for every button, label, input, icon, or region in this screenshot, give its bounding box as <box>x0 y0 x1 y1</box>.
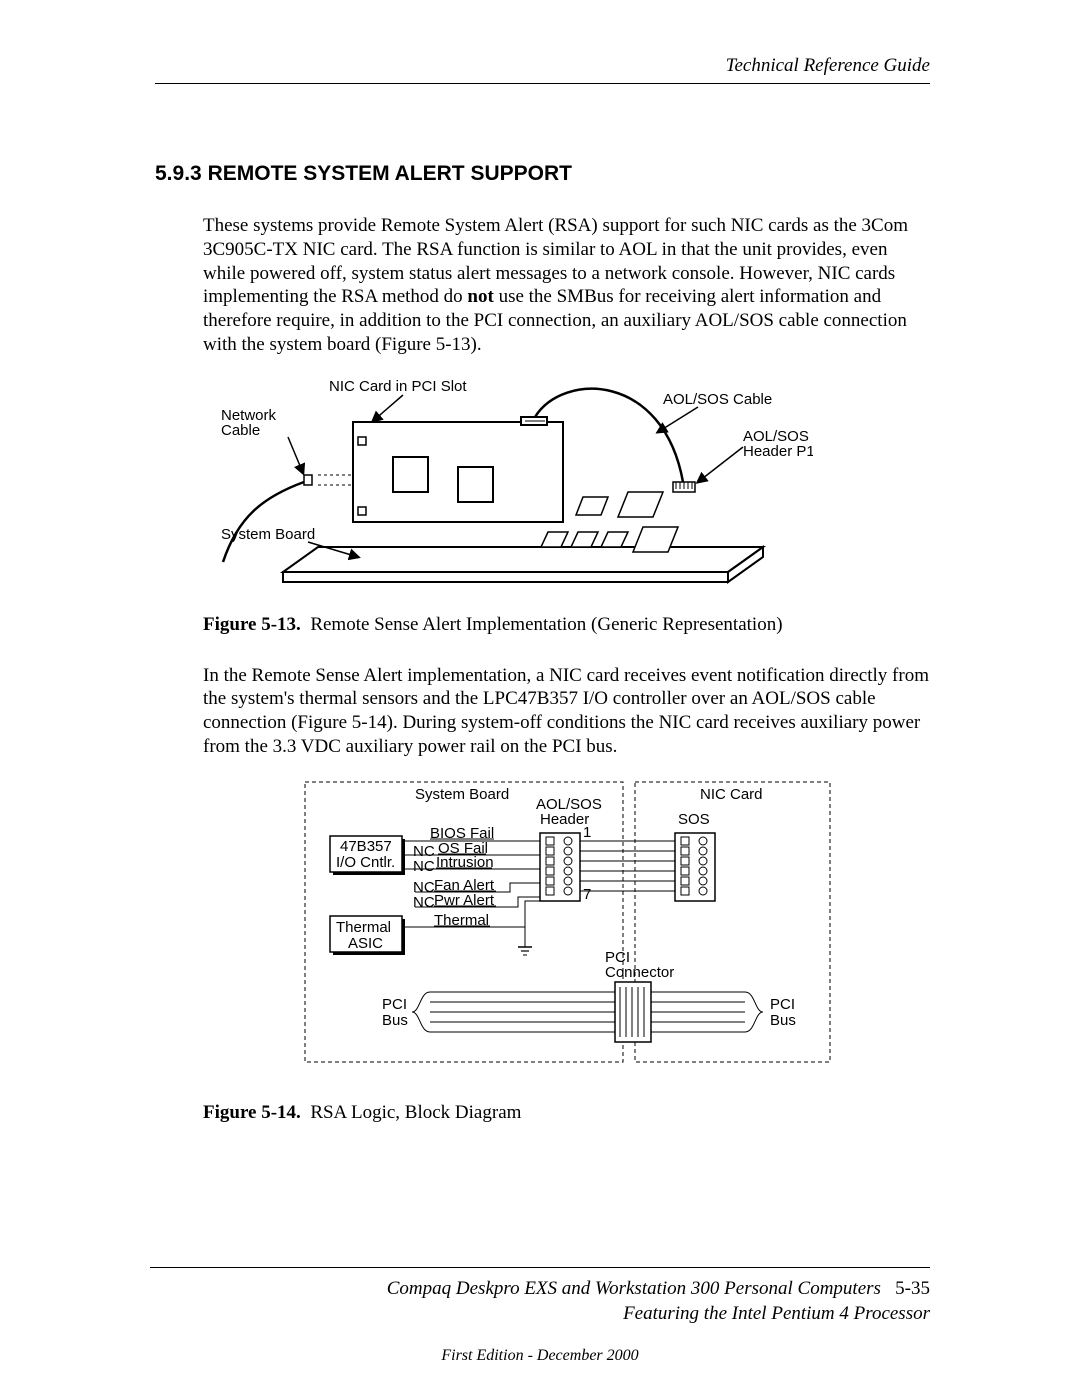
footer-line2: Featuring the Intel Pentium 4 Processor <box>623 1303 930 1324</box>
fig13-text: Remote Sense Alert Implementation (Gener… <box>310 614 782 635</box>
figure-5-14-caption: Figure 5-14. RSA Logic, Block Diagram <box>203 1102 930 1124</box>
label-aol-header-2: Header P12 <box>743 443 813 460</box>
label-aolheader-2: Header <box>540 811 589 828</box>
section-title: REMOTE SYSTEM ALERT SUPPORT <box>208 162 572 185</box>
paragraph-2: In the Remote Sense Alert implementation… <box>203 664 930 759</box>
label-thermal-2: ASIC <box>348 935 383 952</box>
label-aol-cable: AOL/SOS Cable <box>663 391 772 408</box>
label-niccard: NIC Card <box>700 786 763 803</box>
footer-line1a: Compaq Deskpro EXS and Workstation 300 P… <box>387 1278 881 1299</box>
label-pci-l-2: Bus <box>382 1012 408 1029</box>
nc2: NC <box>413 858 435 875</box>
page-footer: Compaq Deskpro EXS and Workstation 300 P… <box>150 1267 930 1327</box>
fig13-label: Figure 5-13. <box>203 614 301 635</box>
edition-line: First Edition - December 2000 <box>0 1347 1080 1365</box>
section-heading: 5.9.3 REMOTE SYSTEM ALERT SUPPORT <box>155 162 930 186</box>
footer-pageno: 5-35 <box>895 1278 930 1299</box>
label-io-1: 47B357 <box>340 838 392 855</box>
label-system-board: System Board <box>221 526 315 543</box>
label-sysboard: System Board <box>415 786 509 803</box>
label-nic-in-slot: NIC Card in PCI Slot <box>329 378 467 395</box>
fig14-text: RSA Logic, Block Diagram <box>310 1102 521 1123</box>
section-number: 5.9.3 <box>155 162 202 185</box>
label-pci-r-1: PCI <box>770 996 795 1013</box>
label-thermal-1: Thermal <box>336 919 391 936</box>
fig14-label: Figure 5-14. <box>203 1102 301 1123</box>
label-pci-r-2: Bus <box>770 1012 796 1029</box>
label-io-2: I/O Cntlr. <box>336 854 395 871</box>
label-pin1: 1 <box>583 824 591 841</box>
nc4: NC <box>413 894 435 911</box>
label-sos: SOS <box>678 811 710 828</box>
p1-bold: not <box>467 286 493 307</box>
label-pciconn-2: Connector <box>605 964 674 981</box>
figure-5-13-diagram: NIC Card in PCI Slot Network Cable Syste… <box>203 377 930 592</box>
figure-5-13-caption: Figure 5-13. Remote Sense Alert Implemen… <box>203 614 930 636</box>
paragraph-1: These systems provide Remote System Aler… <box>203 214 930 357</box>
figure-5-14-diagram: System Board NIC Card 47B357 I/O Cntlr. … <box>300 777 930 1072</box>
label-pin7: 7 <box>583 886 591 903</box>
label-pci-l-1: PCI <box>382 996 407 1013</box>
label-network-cable-2: Cable <box>221 422 260 439</box>
running-header: Technical Reference Guide <box>155 55 930 84</box>
